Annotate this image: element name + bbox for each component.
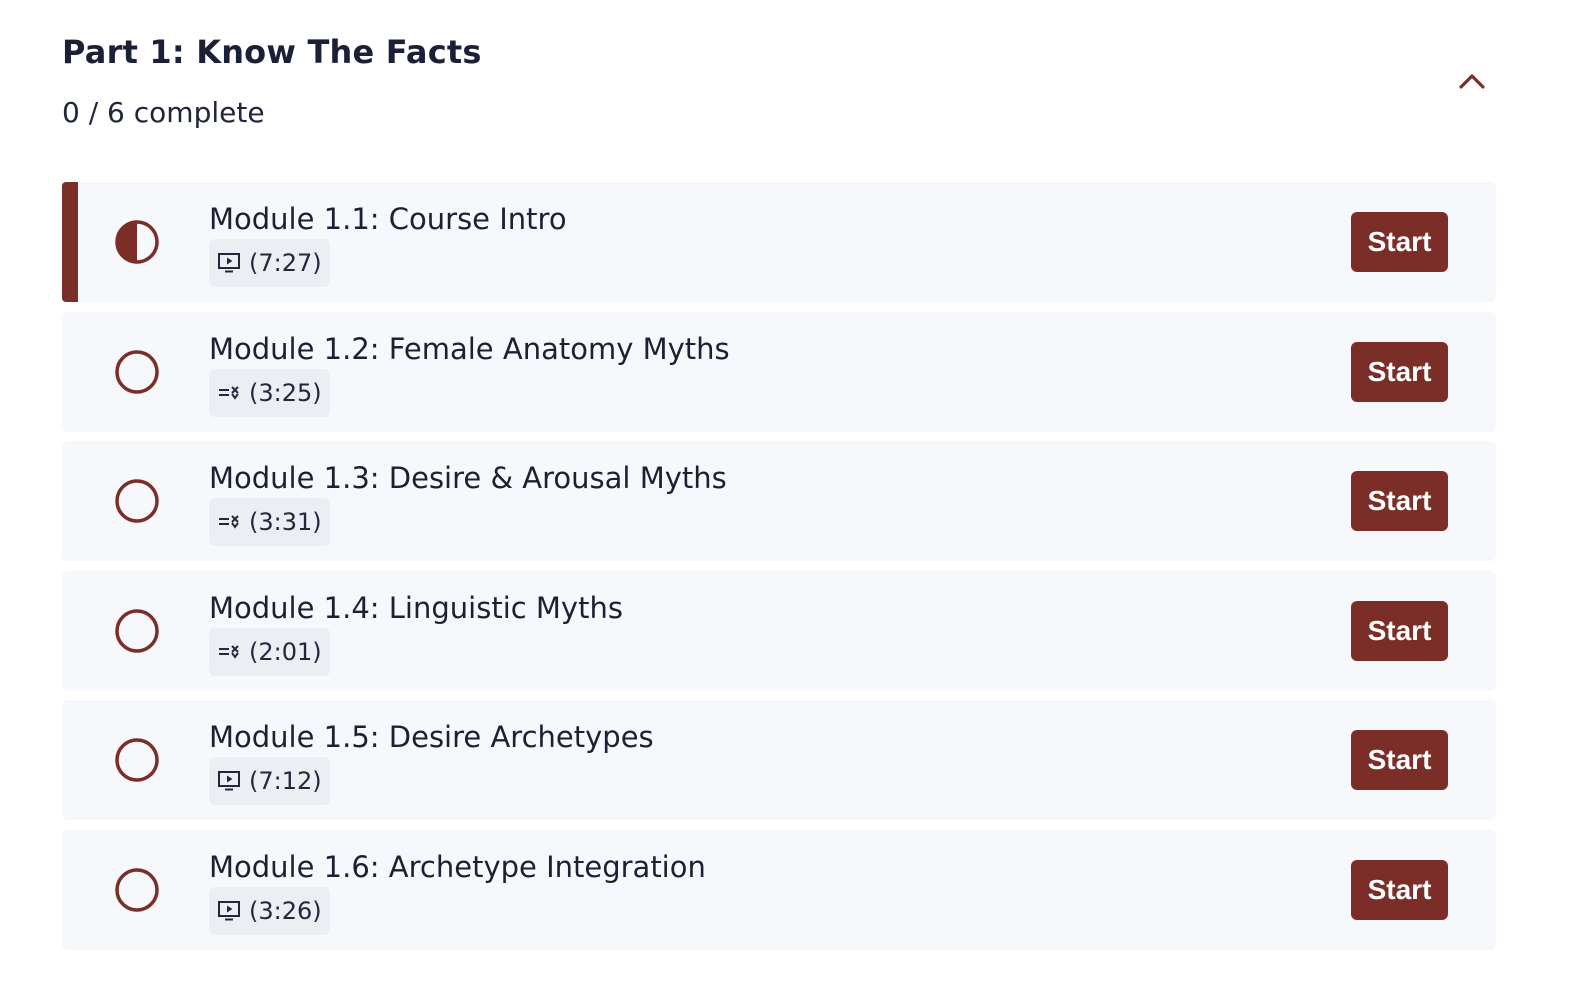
empty-circle-icon <box>115 738 159 782</box>
module-duration: (7:27) <box>249 249 322 277</box>
empty-circle-icon <box>115 349 159 394</box>
module-duration: (3:26) <box>249 896 322 925</box>
module-title[interactable]: Module 1.2: Female Anatomy Myths <box>209 330 730 368</box>
start-button[interactable]: Start <box>1351 471 1448 531</box>
module-meta: (7:12) <box>209 757 330 805</box>
module-row[interactable]: Module 1.5: Desire Archetypes (7:12) Sta… <box>62 700 1496 820</box>
module-duration: (3:25) <box>249 378 322 407</box>
module-duration: (3:31) <box>249 508 322 536</box>
start-button[interactable]: Start <box>1351 212 1448 272</box>
module-row[interactable]: Module 1.3: Desire & Arousal Myths (3:31… <box>62 441 1496 561</box>
module-meta: (3:25) <box>209 368 330 417</box>
start-button[interactable]: Start <box>1351 730 1448 790</box>
empty-circle-icon <box>115 479 159 523</box>
section-header: Part 1: Know The Facts 0 / 6 complete <box>62 30 1496 140</box>
collapse-toggle-button[interactable] <box>1454 66 1490 96</box>
module-row[interactable]: Module 1.6: Archetype Integration (3:26)… <box>62 829 1496 950</box>
module-duration: (2:01) <box>249 637 322 666</box>
section-title: Part 1: Know The Facts <box>62 33 482 71</box>
empty-circle-icon <box>115 867 159 912</box>
empty-circle-icon <box>115 608 159 653</box>
quiz-list-icon <box>217 382 241 404</box>
video-play-icon <box>217 900 241 922</box>
module-list: Module 1.1: Course Intro (7:27) Start Mo… <box>62 182 1496 959</box>
quiz-list-icon <box>217 511 241 533</box>
start-button[interactable]: Start <box>1351 341 1448 402</box>
quiz-list-icon <box>217 641 241 663</box>
module-title[interactable]: Module 1.3: Desire & Arousal Myths <box>209 459 727 497</box>
module-meta: (2:01) <box>209 627 330 676</box>
start-button[interactable]: Start <box>1351 600 1448 661</box>
half-circle-icon <box>115 220 159 264</box>
section-progress: 0 / 6 complete <box>62 96 265 129</box>
module-meta: (7:27) <box>209 239 330 287</box>
module-row[interactable]: Module 1.2: Female Anatomy Myths (3:25) … <box>62 311 1496 432</box>
module-meta: (3:31) <box>209 498 330 546</box>
module-title[interactable]: Module 1.5: Desire Archetypes <box>209 718 654 756</box>
start-button[interactable]: Start <box>1351 859 1448 920</box>
module-title[interactable]: Module 1.4: Linguistic Myths <box>209 589 623 627</box>
chevron-up-icon <box>1459 74 1485 89</box>
module-title[interactable]: Module 1.1: Course Intro <box>209 200 567 238</box>
module-title[interactable]: Module 1.6: Archetype Integration <box>209 848 706 886</box>
video-play-icon <box>217 252 241 274</box>
module-meta: (3:26) <box>209 886 330 935</box>
module-row[interactable]: Module 1.4: Linguistic Myths (2:01) Star… <box>62 570 1496 691</box>
module-row[interactable]: Module 1.1: Course Intro (7:27) Start <box>62 182 1496 302</box>
video-play-icon <box>217 770 241 792</box>
module-duration: (7:12) <box>249 767 322 795</box>
